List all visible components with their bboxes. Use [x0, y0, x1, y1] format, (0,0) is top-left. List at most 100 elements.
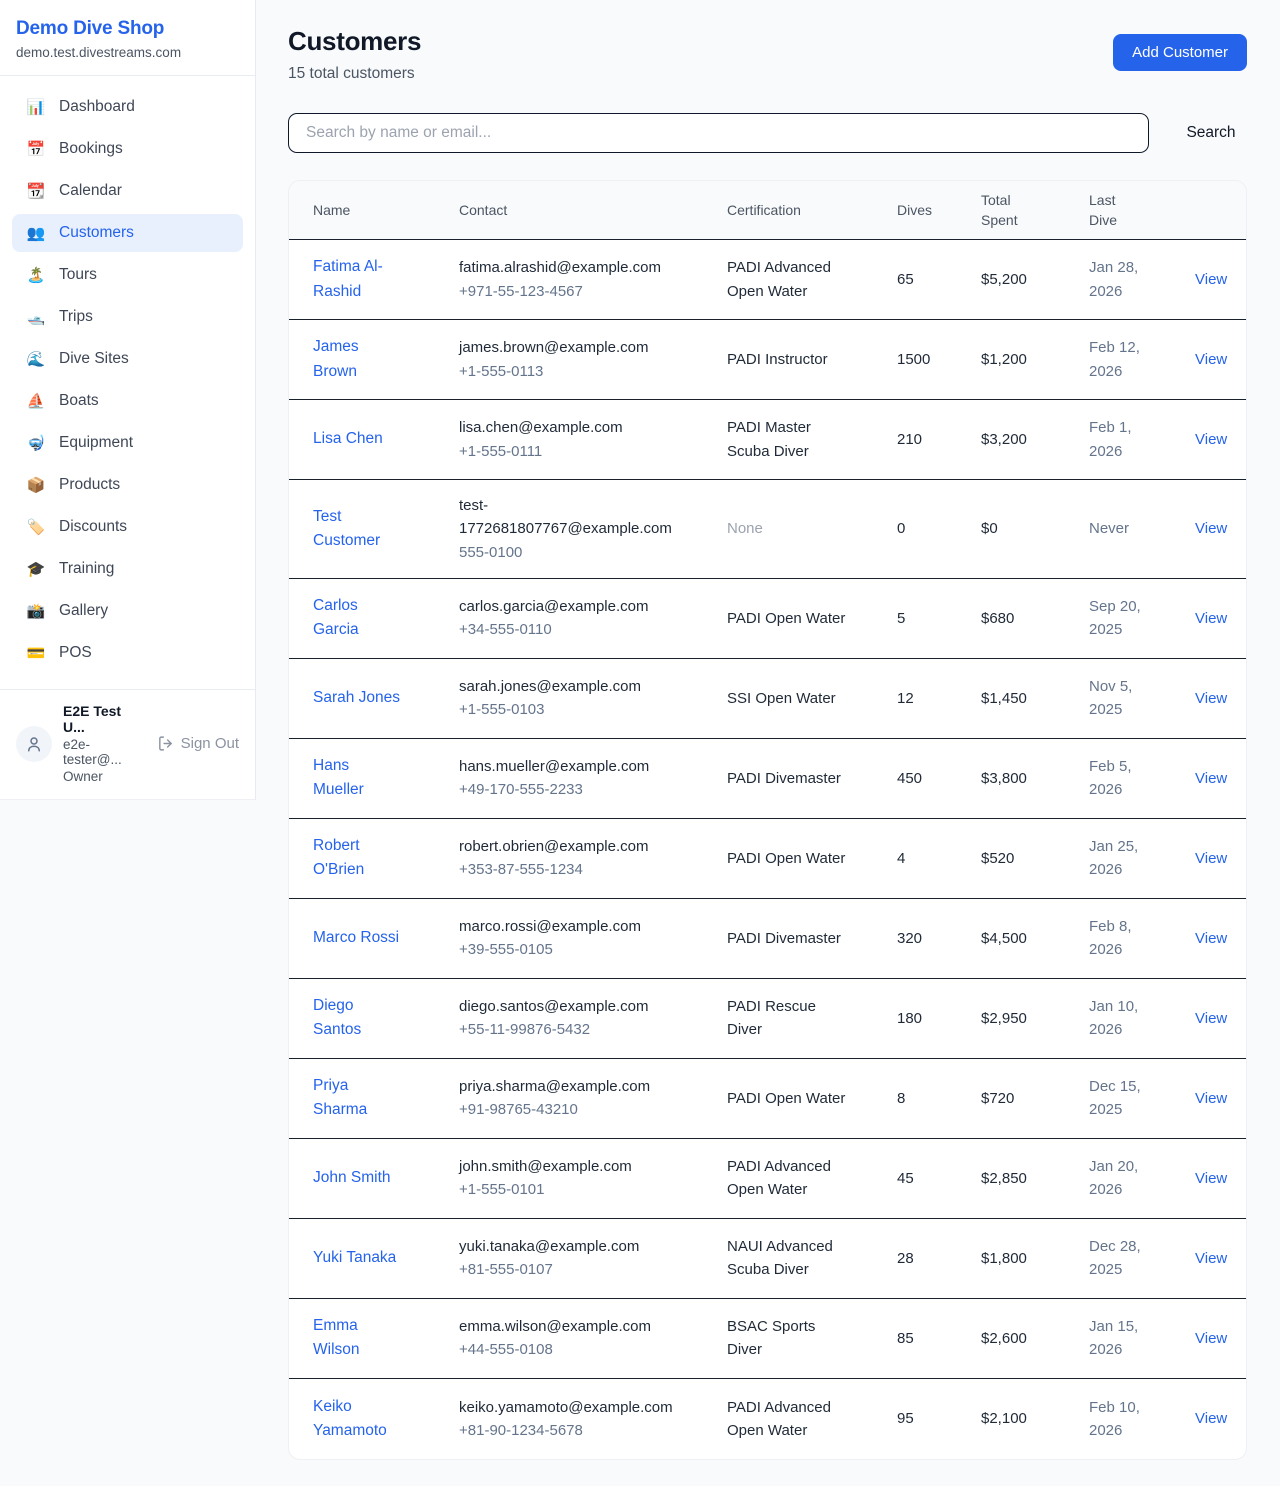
view-link[interactable]: View: [1195, 1010, 1227, 1027]
customer-last-dive: Feb 8, 2026: [1089, 915, 1173, 962]
table-row: Carlos Garcia carlos.garcia@example.com …: [289, 579, 1246, 659]
customer-certification-cell: PADI Open Water: [727, 847, 897, 870]
customer-name-link[interactable]: Emma Wilson: [313, 1314, 401, 1362]
customer-name-link[interactable]: Robert O'Brien: [313, 834, 401, 882]
main-content: Customers 15 total customers Add Custome…: [256, 0, 1280, 1486]
customer-action-cell: View: [1181, 268, 1227, 291]
sidebar-item-trips[interactable]: 🛥️ Trips: [12, 298, 243, 336]
customer-name-link[interactable]: Keiko Yamamoto: [313, 1395, 401, 1443]
customer-total-spent: $1,450: [981, 687, 1089, 710]
customer-name-link[interactable]: Sarah Jones: [313, 686, 400, 710]
customer-name-cell: Emma Wilson: [313, 1314, 459, 1362]
search-input[interactable]: [288, 113, 1149, 153]
sidebar-item-label: Equipment: [59, 434, 133, 452]
customer-email: james.brown@example.com: [459, 336, 677, 359]
customer-certification-cell: PADI Advanced Open Water: [727, 1155, 897, 1202]
customer-email: carlos.garcia@example.com: [459, 595, 677, 618]
view-link[interactable]: View: [1195, 610, 1227, 627]
brand: Demo Dive Shop demo.test.divestreams.com: [0, 0, 255, 76]
sidebar-item-products[interactable]: 📦 Products: [12, 466, 243, 504]
view-link[interactable]: View: [1195, 431, 1227, 448]
sidebar-item-training[interactable]: 🎓 Training: [12, 550, 243, 588]
customer-name-link[interactable]: Carlos Garcia: [313, 594, 401, 642]
customer-last-dive: Dec 15, 2025: [1089, 1075, 1173, 1122]
customer-email: robert.obrien@example.com: [459, 835, 677, 858]
customer-contact-cell: marco.rossi@example.com +39-555-0105: [459, 915, 727, 962]
sign-out-button[interactable]: Sign Out: [157, 735, 239, 752]
customer-contact-cell: emma.wilson@example.com +44-555-0108: [459, 1315, 727, 1362]
customer-contact-cell: diego.santos@example.com +55-11-99876-54…: [459, 995, 727, 1042]
sidebar-item-gallery[interactable]: 📸 Gallery: [12, 592, 243, 630]
customer-phone: +55-11-99876-5432: [459, 1018, 711, 1041]
customer-name-link[interactable]: Test Customer: [313, 505, 401, 553]
sidebar-item-label: Boats: [59, 392, 99, 410]
view-link[interactable]: View: [1195, 1410, 1227, 1427]
sidebar-item-boats[interactable]: ⛵ Boats: [12, 382, 243, 420]
customer-last-dive: Feb 5, 2026: [1089, 755, 1173, 802]
view-link[interactable]: View: [1195, 520, 1227, 537]
view-link[interactable]: View: [1195, 351, 1227, 368]
sidebar-nav: 📊 Dashboard 📅 Bookings 📆 Calendar 👥 Cust…: [0, 76, 255, 672]
customer-count: 15 total customers: [288, 65, 421, 83]
sidebar-item-pos[interactable]: 💳 POS: [12, 634, 243, 672]
customer-total-spent: $2,850: [981, 1167, 1089, 1190]
sidebar-item-dive-sites[interactable]: 🌊 Dive Sites: [12, 340, 243, 378]
table-row: Diego Santos diego.santos@example.com +5…: [289, 979, 1246, 1059]
customer-dives: 4: [897, 847, 981, 870]
customer-last-dive: Never: [1089, 517, 1173, 540]
customer-certification-cell: PADI Divemaster: [727, 767, 897, 790]
customer-contact-cell: hans.mueller@example.com +49-170-555-223…: [459, 755, 727, 802]
view-link[interactable]: View: [1195, 1250, 1227, 1267]
search-button[interactable]: Search: [1175, 124, 1247, 142]
customer-name-link[interactable]: John Smith: [313, 1166, 391, 1190]
table-row: Priya Sharma priya.sharma@example.com +9…: [289, 1059, 1246, 1139]
user-name: E2E Test U...: [63, 703, 146, 735]
sidebar-item-tours[interactable]: 🏝️ Tours: [12, 256, 243, 294]
sidebar: Demo Dive Shop demo.test.divestreams.com…: [0, 0, 256, 800]
customer-name-link[interactable]: Fatima Al-Rashid: [313, 255, 401, 303]
page-title-block: Customers 15 total customers: [288, 26, 421, 83]
sidebar-item-discounts[interactable]: 🏷️ Discounts: [12, 508, 243, 546]
customer-certification-cell: PADI Rescue Diver: [727, 995, 897, 1042]
avatar: [16, 726, 52, 762]
customer-certification-cell: SSI Open Water: [727, 687, 897, 710]
customer-last-dive: Jan 20, 2026: [1089, 1155, 1173, 1202]
customer-contact-cell: lisa.chen@example.com +1-555-0111: [459, 416, 727, 463]
add-customer-button[interactable]: Add Customer: [1113, 34, 1247, 71]
customer-name-link[interactable]: Hans Mueller: [313, 754, 401, 802]
view-link[interactable]: View: [1195, 690, 1227, 707]
customer-certification: PADI Open Water: [727, 1087, 845, 1110]
view-link[interactable]: View: [1195, 1170, 1227, 1187]
customer-certification-cell: NAUI Advanced Scuba Diver: [727, 1235, 897, 1282]
customer-name-link[interactable]: Marco Rossi: [313, 926, 399, 950]
customer-last-dive: Dec 28, 2025: [1089, 1235, 1173, 1282]
sidebar-item-dashboard[interactable]: 📊 Dashboard: [12, 88, 243, 126]
view-link[interactable]: View: [1195, 930, 1227, 947]
view-link[interactable]: View: [1195, 271, 1227, 288]
customer-name-link[interactable]: Lisa Chen: [313, 427, 383, 451]
customer-certification: PADI Open Water: [727, 847, 845, 870]
customer-name-link[interactable]: James Brown: [313, 335, 401, 383]
view-link[interactable]: View: [1195, 1330, 1227, 1347]
view-link[interactable]: View: [1195, 1090, 1227, 1107]
view-link[interactable]: View: [1195, 770, 1227, 787]
customer-certification-cell: PADI Instructor: [727, 348, 897, 371]
customer-action-cell: View: [1181, 1007, 1227, 1030]
customer-action-cell: View: [1181, 1167, 1227, 1190]
sidebar-item-equipment[interactable]: 🤿 Equipment: [12, 424, 243, 462]
sidebar-item-customers[interactable]: 👥 Customers: [12, 214, 243, 252]
customer-certification-cell: PADI Advanced Open Water: [727, 1396, 897, 1443]
customer-total-spent: $2,100: [981, 1407, 1089, 1430]
customer-name-link[interactable]: Priya Sharma: [313, 1074, 401, 1122]
sidebar-item-label: Tours: [59, 266, 97, 284]
customer-dives: 450: [897, 767, 981, 790]
customer-name-link[interactable]: Yuki Tanaka: [313, 1246, 396, 1270]
customer-email: marco.rossi@example.com: [459, 915, 677, 938]
nav-icon: 🤿: [26, 436, 46, 451]
view-link[interactable]: View: [1195, 850, 1227, 867]
nav-icon: 📦: [26, 478, 46, 493]
customer-dives: 0: [897, 517, 981, 540]
sidebar-item-bookings[interactable]: 📅 Bookings: [12, 130, 243, 168]
customer-name-link[interactable]: Diego Santos: [313, 994, 401, 1042]
sidebar-item-calendar[interactable]: 📆 Calendar: [12, 172, 243, 210]
